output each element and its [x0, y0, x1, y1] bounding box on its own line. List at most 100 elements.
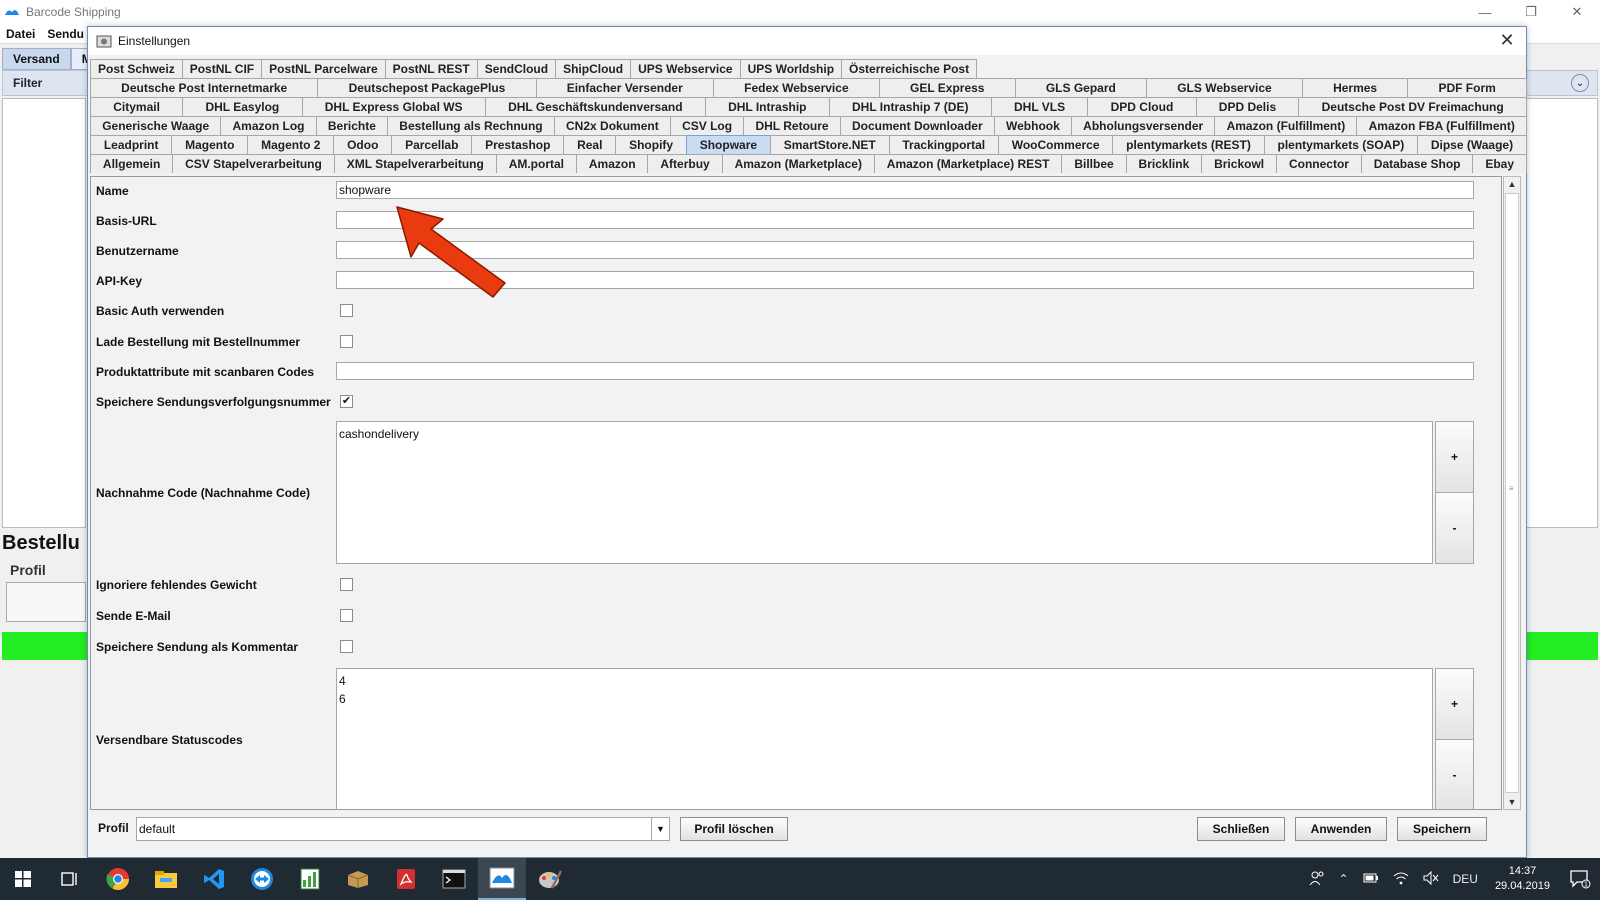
- tab-parcellab[interactable]: Parcellab: [391, 135, 473, 154]
- tab-trackingportal[interactable]: Trackingportal: [888, 135, 999, 154]
- tab-smartstore-net[interactable]: SmartStore.NET: [769, 135, 890, 154]
- tab-einfacher-versender[interactable]: Einfacher Versender: [535, 78, 714, 97]
- tab-odoo[interactable]: Odoo: [333, 135, 393, 154]
- tab-amazon-fba-fulfillment[interactable]: Amazon FBA (Fulfillment): [1356, 116, 1528, 135]
- tab-connector[interactable]: Connector: [1276, 154, 1362, 173]
- minimize-button[interactable]: —: [1462, 0, 1508, 24]
- spreadsheet-app-icon[interactable]: [286, 858, 334, 900]
- tab-hermes[interactable]: Hermes: [1301, 78, 1409, 97]
- people-icon[interactable]: [1302, 870, 1332, 889]
- save-tracking-checkbox[interactable]: ✔: [340, 395, 353, 408]
- close-dialog-button[interactable]: Schließen: [1197, 817, 1285, 841]
- tab-amazon-log[interactable]: Amazon Log: [220, 116, 317, 135]
- tab-amazon-marketplace[interactable]: Amazon (Marketplace): [721, 154, 875, 173]
- save-comment-checkbox[interactable]: [340, 640, 353, 653]
- chevron-down-icon[interactable]: ▼: [651, 818, 669, 840]
- tab-pdf-form[interactable]: PDF Form: [1407, 78, 1527, 97]
- tab-real[interactable]: Real: [563, 135, 617, 154]
- load-ordernr-checkbox[interactable]: [340, 335, 353, 348]
- teamviewer-icon[interactable]: [238, 858, 286, 900]
- package-app-icon[interactable]: [334, 858, 382, 900]
- tab-magento[interactable]: Magento: [171, 135, 249, 154]
- tab-database-shop[interactable]: Database Shop: [1360, 154, 1474, 173]
- tab-dhl-geschäftskundenversand[interactable]: DHL Geschäftskundenversand: [484, 97, 706, 116]
- tab-document-downloader[interactable]: Document Downloader: [839, 116, 995, 135]
- tab-amazon[interactable]: Amazon: [575, 154, 649, 173]
- tab-bestellung-als-rechnung[interactable]: Bestellung als Rechnung: [387, 116, 555, 135]
- file-explorer-icon[interactable]: [142, 858, 190, 900]
- apply-button[interactable]: Anwenden: [1295, 817, 1387, 841]
- app-tab-versand[interactable]: Versand: [2, 48, 71, 70]
- tab-dhl-intraship[interactable]: DHL Intraship: [704, 97, 830, 116]
- volume-muted-icon[interactable]: [1416, 870, 1446, 888]
- task-view-icon[interactable]: [46, 858, 94, 900]
- notification-center-icon[interactable]: 1: [1560, 858, 1600, 900]
- scrollbar-thumb[interactable]: ≡: [1505, 193, 1519, 793]
- tab-dhl-intraship-7-de[interactable]: DHL Intraship 7 (DE): [828, 97, 992, 116]
- tab-bricklink[interactable]: Bricklink: [1125, 154, 1203, 173]
- tab-amazon-marketplace-rest[interactable]: Amazon (Marketplace) REST: [873, 154, 1063, 173]
- status-codes-add-button[interactable]: +: [1435, 668, 1474, 740]
- scroll-up-icon[interactable]: ▲: [1504, 177, 1520, 191]
- pdf-reader-icon[interactable]: [382, 858, 430, 900]
- close-icon[interactable]: ✕: [1496, 30, 1518, 51]
- language-indicator[interactable]: DEU: [1446, 872, 1485, 886]
- tab-brickowl[interactable]: Brickowl: [1201, 154, 1278, 173]
- name-field[interactable]: shopware: [336, 181, 1474, 199]
- tab-deutsche-post-dv-freimachung[interactable]: Deutsche Post DV Freimachung: [1298, 97, 1527, 116]
- tab-gls-gepard[interactable]: GLS Gepard: [1014, 78, 1148, 97]
- tab-leadprint[interactable]: Leadprint: [90, 135, 173, 154]
- tab-ups-webservice[interactable]: UPS Webservice: [630, 59, 741, 78]
- vscode-icon[interactable]: [190, 858, 238, 900]
- tab-deutschepost-packageplus[interactable]: Deutschepost PackagePlus: [317, 78, 537, 97]
- menu-sendung[interactable]: Sendu: [41, 27, 90, 41]
- tab-gls-webservice[interactable]: GLS Webservice: [1146, 78, 1303, 97]
- cod-list[interactable]: cashondelivery: [336, 421, 1433, 564]
- tab-abholungsversender[interactable]: Abholungsversender: [1070, 116, 1216, 135]
- tab-dhl-express-global-ws[interactable]: DHL Express Global WS: [301, 97, 486, 116]
- clock[interactable]: 14:37 29.04.2019: [1485, 864, 1560, 894]
- windows-start-icon[interactable]: [0, 858, 46, 900]
- tab-cn2x-dokument[interactable]: CN2x Dokument: [553, 116, 671, 135]
- tab-csv-stapelverarbeitung[interactable]: CSV Stapelverarbeitung: [172, 154, 335, 173]
- tab-shopware[interactable]: Shopware: [685, 135, 771, 154]
- tab-sendcloud[interactable]: SendCloud: [476, 59, 557, 78]
- profile-select[interactable]: default ▼: [136, 817, 670, 841]
- basic-auth-checkbox[interactable]: [340, 304, 353, 317]
- tab-csv-log[interactable]: CSV Log: [669, 116, 745, 135]
- status-codes-list[interactable]: 46: [336, 668, 1433, 809]
- list-item[interactable]: 6: [339, 690, 1430, 708]
- battery-icon[interactable]: [1356, 872, 1386, 887]
- tab-afterbuy[interactable]: Afterbuy: [647, 154, 723, 173]
- chevron-up-icon[interactable]: ⌃: [1332, 872, 1356, 886]
- save-button[interactable]: Speichern: [1397, 817, 1487, 841]
- tab-am-portal[interactable]: AM.portal: [495, 154, 577, 173]
- chevron-down-icon[interactable]: ⌄: [1571, 74, 1589, 92]
- tab-berichte[interactable]: Berichte: [315, 116, 389, 135]
- tab-xml-stapelverarbeitung[interactable]: XML Stapelverarbeitung: [333, 154, 497, 173]
- wifi-icon[interactable]: [1386, 871, 1416, 888]
- tab-gel-express[interactable]: GEL Express: [878, 78, 1016, 97]
- tab-dpd-delis[interactable]: DPD Delis: [1195, 97, 1300, 116]
- list-item[interactable]: 4: [339, 672, 1430, 690]
- tab-magento-2[interactable]: Magento 2: [247, 135, 335, 154]
- tab-amazon-fulfillment[interactable]: Amazon (Fulfillment): [1214, 116, 1358, 135]
- tab-ebay[interactable]: Ebay: [1472, 154, 1527, 173]
- tab-postnl-cif[interactable]: PostNL CIF: [181, 59, 263, 78]
- tab-postnl-rest[interactable]: PostNL REST: [384, 59, 478, 78]
- tab-webhook[interactable]: Webhook: [993, 116, 1072, 135]
- terminal-icon[interactable]: [430, 858, 478, 900]
- product-attr-field[interactable]: [336, 362, 1474, 380]
- restore-button[interactable]: ❐: [1508, 0, 1554, 24]
- cod-add-button[interactable]: +: [1435, 421, 1474, 493]
- list-item[interactable]: cashondelivery: [339, 425, 1430, 443]
- ignore-weight-checkbox[interactable]: [340, 578, 353, 591]
- send-email-checkbox[interactable]: [340, 609, 353, 622]
- delete-profile-button[interactable]: Profil löschen: [680, 817, 788, 841]
- tab-shopify[interactable]: Shopify: [615, 135, 687, 154]
- tab-plentymarkets-soap[interactable]: plentymarkets (SOAP): [1263, 135, 1419, 154]
- tab-post-schweiz[interactable]: Post Schweiz: [90, 59, 183, 78]
- tab-generische-waage[interactable]: Generische Waage: [90, 116, 222, 135]
- tab-woocommerce[interactable]: WooCommerce: [997, 135, 1114, 154]
- chrome-icon[interactable]: [94, 858, 142, 900]
